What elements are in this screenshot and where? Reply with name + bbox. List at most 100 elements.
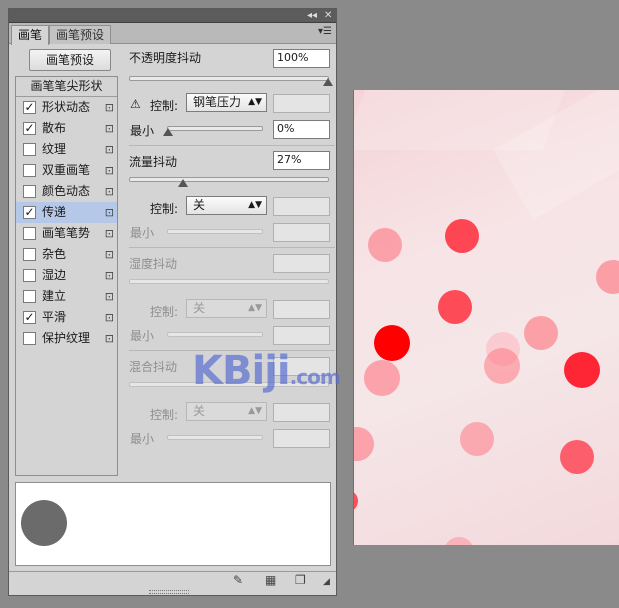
document-canvas[interactable] — [353, 90, 619, 545]
paint-dot — [354, 490, 358, 512]
wetness-control-select: 关 ▲▼ — [186, 299, 267, 318]
chevron-updown-icon: ▲▼ — [248, 200, 262, 210]
brush-preview-dot — [21, 500, 67, 546]
checkbox[interactable]: ✓ — [23, 311, 36, 324]
paint-dot — [368, 228, 402, 262]
panel-drag-grip[interactable] — [149, 590, 189, 594]
brush-option-item[interactable]: ✓ 形状动态 ⊡ — [16, 97, 117, 118]
lock-icon[interactable]: ⊡ — [105, 181, 114, 202]
checkbox[interactable] — [23, 290, 36, 303]
checkbox[interactable] — [23, 227, 36, 240]
resize-grip-icon[interactable]: ◢ — [323, 577, 330, 587]
watermark-main: KBiji — [192, 348, 291, 394]
brush-option-label: 双重画笔 — [42, 163, 91, 177]
flow-jitter-slider[interactable] — [129, 177, 329, 182]
brush-option-label: 纹理 — [42, 142, 67, 156]
close-icon[interactable]: ✕ — [324, 9, 332, 22]
lock-icon[interactable]: ⊡ — [105, 328, 114, 349]
wetness-jitter-label: 湿度抖动 — [129, 257, 178, 271]
lock-icon[interactable]: ⊡ — [105, 307, 114, 328]
lock-icon[interactable]: ⊡ — [105, 118, 114, 139]
brush-tip-shape-item[interactable]: 画笔笔尖形状 — [16, 77, 117, 97]
paint-dot — [460, 422, 494, 456]
opacity-control-field — [273, 94, 330, 113]
brush-option-item[interactable]: ✓ 散布 ⊡ — [16, 118, 117, 139]
brush-presets-button[interactable]: 画笔预设 — [29, 49, 111, 71]
brush-option-label: 杂色 — [42, 247, 67, 261]
lock-icon[interactable]: ⊡ — [105, 223, 114, 244]
checkbox[interactable] — [23, 332, 36, 345]
new-preset-icon[interactable]: ❐ — [295, 573, 306, 587]
panel-titlebar: ◂◂ ✕ — [9, 9, 336, 23]
opacity-min-thumb[interactable] — [163, 128, 173, 136]
lock-icon[interactable]: ⊡ — [105, 286, 114, 307]
brush-option-item[interactable]: 湿边 ⊡ — [16, 265, 117, 286]
collapse-icon[interactable]: ◂◂ — [307, 9, 317, 22]
paint-dot — [596, 260, 619, 294]
checkbox[interactable]: ✓ — [23, 206, 36, 219]
divider — [129, 145, 335, 146]
wetness-min-field — [273, 326, 330, 345]
wetness-min-slider — [167, 332, 263, 337]
watermark: KBiji.com — [192, 348, 341, 394]
lock-icon[interactable]: ⊡ — [105, 202, 114, 223]
flow-control-select[interactable]: 关 ▲▼ — [186, 196, 267, 215]
opacity-min-slider[interactable] — [167, 126, 263, 131]
brush-settings-list: 画笔笔尖形状 ✓ 形状动态 ⊡ ✓ 散布 ⊡ 纹理 ⊡ 双重画笔 ⊡ 颜色动态 ⊡ ✓ 传递 ⊡ 画笔笔势 ⊡ 杂… — [15, 76, 118, 476]
wetness-jitter-field — [273, 254, 330, 273]
opacity-jitter-label: 不透明度抖动 — [129, 51, 202, 65]
grid-icon[interactable]: ▦ — [265, 573, 276, 587]
brush-option-label: 画笔笔势 — [42, 226, 91, 240]
paint-dot — [445, 219, 479, 253]
flow-jitter-field[interactable]: 27% — [273, 151, 330, 170]
brush-toggle-icon[interactable]: ✎ — [233, 573, 243, 587]
brush-option-label: 保护纹理 — [42, 331, 91, 345]
lock-icon[interactable]: ⊡ — [105, 160, 114, 181]
flow-min-label: 最小 — [130, 226, 155, 240]
lock-icon[interactable]: ⊡ — [105, 97, 114, 118]
checkbox[interactable] — [23, 143, 36, 156]
brush-option-item[interactable]: 画笔笔势 ⊡ — [16, 223, 117, 244]
chevron-updown-icon: ▲▼ — [248, 97, 262, 107]
paint-dot — [374, 325, 410, 361]
brush-option-item[interactable]: 双重画笔 ⊡ — [16, 160, 117, 181]
warning-icon: ⚠ — [130, 97, 141, 111]
paint-dot — [564, 352, 600, 388]
brush-option-item[interactable]: ✓ 平滑 ⊡ — [16, 307, 117, 328]
brush-option-label: 散布 — [42, 121, 67, 135]
brush-option-item[interactable]: 杂色 ⊡ — [16, 244, 117, 265]
opacity-jitter-field[interactable]: 100% — [273, 49, 330, 68]
checkbox[interactable]: ✓ — [23, 122, 36, 135]
lock-icon[interactable]: ⊡ — [105, 265, 114, 286]
divider — [129, 247, 335, 248]
wetness-control-field — [273, 300, 330, 319]
brush-option-item[interactable]: 建立 ⊡ — [16, 286, 117, 307]
checkbox[interactable] — [23, 164, 36, 177]
brush-option-item[interactable]: 保护纹理 ⊡ — [16, 328, 117, 349]
brush-option-item[interactable]: 纹理 ⊡ — [16, 139, 117, 160]
panel-menu-icon[interactable]: ▾☰ — [318, 26, 332, 37]
opacity-control-select[interactable]: 钢笔压力 ▲▼ — [186, 93, 267, 112]
brush-panel: ◂◂ ✕ 画笔 画笔预设 ▾☰ 画笔预设 画笔笔尖形状 ✓ 形状动态 ⊡ ✓ 散布 ⊡ 纹理… — [8, 8, 337, 596]
opacity-jitter-thumb[interactable] — [323, 78, 333, 86]
flow-jitter-thumb[interactable] — [178, 179, 189, 187]
lock-icon[interactable]: ⊡ — [105, 139, 114, 160]
panel-tabbar: 画笔 画笔预设 ▾☰ — [9, 23, 336, 45]
brush-option-item[interactable]: 颜色动态 ⊡ — [16, 181, 117, 202]
checkbox[interactable] — [23, 248, 36, 261]
paint-dot — [354, 427, 374, 461]
checkbox[interactable] — [23, 269, 36, 282]
lock-icon[interactable]: ⊡ — [105, 244, 114, 265]
tab-brush-presets[interactable]: 画笔预设 — [49, 25, 112, 44]
brush-option-label: 建立 — [42, 289, 67, 303]
brush-option-label: 传递 — [42, 205, 67, 219]
opacity-jitter-slider[interactable] — [129, 76, 329, 81]
mix-min-slider — [167, 435, 263, 440]
paint-dot — [524, 316, 558, 350]
opacity-min-field[interactable]: 0% — [273, 120, 330, 139]
tab-brush[interactable]: 画笔 — [11, 25, 50, 45]
checkbox[interactable]: ✓ — [23, 101, 36, 114]
mix-control-label: 控制: — [150, 408, 179, 422]
brush-option-item[interactable]: ✓ 传递 ⊡ — [16, 202, 117, 223]
checkbox[interactable] — [23, 185, 36, 198]
